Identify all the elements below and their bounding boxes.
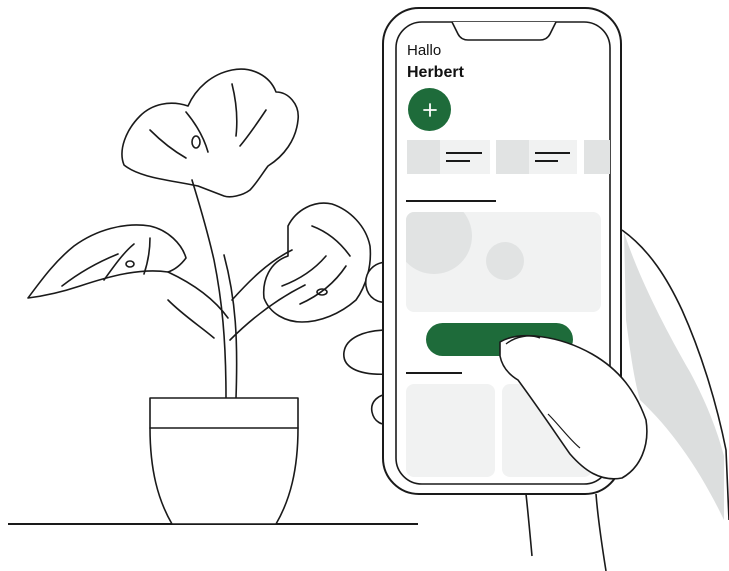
quick-card-2-icon xyxy=(496,140,529,174)
greeting-hello-text: Hallo xyxy=(407,42,442,59)
quick-card-1-icon xyxy=(407,140,440,174)
add-button[interactable] xyxy=(408,88,451,131)
illustration-scene xyxy=(8,7,729,571)
quick-card-3-icon xyxy=(584,140,610,174)
banner-card xyxy=(406,212,601,312)
greeting-user-name: Herbert xyxy=(407,64,464,81)
quick-card-2-body xyxy=(529,140,577,174)
plus-icon xyxy=(422,102,437,117)
quick-card-1-body xyxy=(440,140,490,174)
grid-card-1 xyxy=(406,384,495,477)
monstera-plant-icon xyxy=(27,68,372,525)
